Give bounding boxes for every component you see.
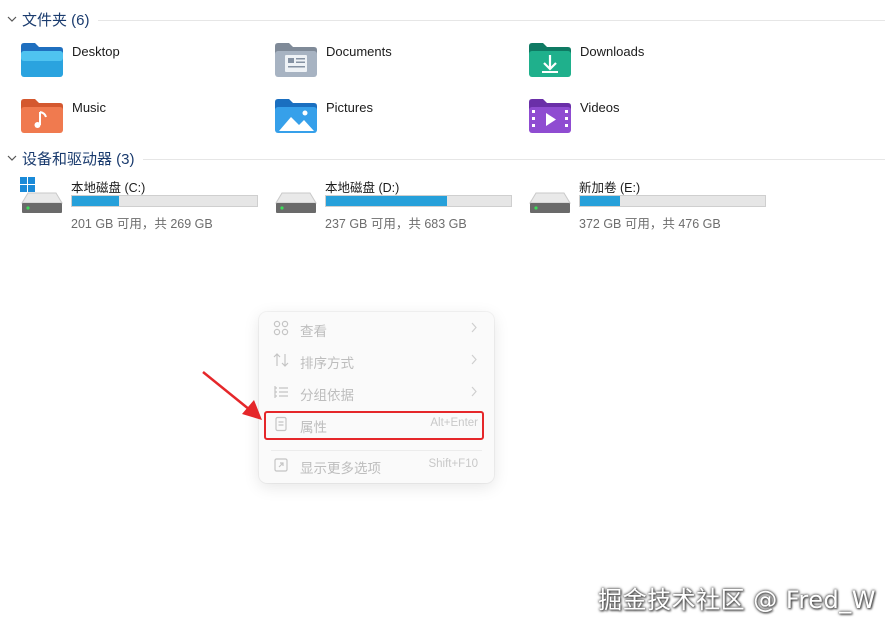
folder-name: Documents [326,44,392,59]
drive-space-text: 237 GB 可用，共 683 GB [325,217,467,231]
videos-folder-icon [529,99,571,133]
section-divider [97,19,885,21]
drive-space-text: 372 GB 可用，共 476 GB [579,217,721,231]
drive-item-e[interactable]: 新加卷 (E:) 372 GB 可用，共 476 GB [528,177,778,231]
drive-name: 本地磁盘 (C:) [71,181,146,195]
pictures-folder-icon [275,99,317,133]
drive-item-d[interactable]: 本地磁盘 (D:) 237 GB 可用，共 683 GB [274,177,524,231]
drive-usage-bar [325,195,512,207]
documents-folder-icon [275,43,317,77]
menu-item-view[interactable]: 查看 [259,312,494,344]
more-options-icon [274,458,288,472]
system-drive-icon [20,177,63,213]
menu-item-label: 显示更多选项 [300,461,381,476]
menu-item-sort[interactable]: 排序方式 [259,344,494,376]
folder-item-pictures[interactable]: Pictures [274,98,504,142]
drive-icon [529,192,571,213]
drives-section-title: 设备和驱动器 (3) [22,150,135,168]
group-by-icon [274,386,288,398]
folder-item-desktop[interactable]: Desktop [20,42,250,86]
drive-usage-fill [580,196,621,206]
sort-icon [273,353,289,367]
chevron-right-icon [471,354,477,365]
chevron-right-icon [471,322,477,333]
chevron-down-icon [7,155,17,161]
drive-space-text: 201 GB 可用，共 269 GB [71,217,213,231]
drive-item-c[interactable]: 本地磁盘 (C:) 201 GB 可用，共 269 GB [20,177,270,231]
annotation-arrow-icon [202,371,262,420]
drives-section-header[interactable]: 设备和驱动器 (3) [0,147,885,169]
view-grid-icon [273,320,289,336]
folder-item-documents[interactable]: Documents [274,42,504,86]
downloads-folder-icon [529,43,571,77]
folders-section-title: 文件夹 (6) [22,11,90,29]
menu-item-label: 分组依据 [300,388,354,403]
drive-usage-bar [71,195,258,207]
desktop-folder-icon [21,43,63,77]
menu-item-label: 查看 [300,324,327,339]
drive-name: 新加卷 (E:) [579,181,641,195]
context-menu: 查看 排序方式 分组依据 属性 Alt+Enter 显示更多选项 Shift+F… [259,312,494,483]
menu-item-shortcut: Shift+F10 [428,458,478,470]
folder-item-downloads[interactable]: Downloads [528,42,758,86]
folder-item-music[interactable]: Music [20,98,250,142]
drive-icon [275,192,317,213]
drive-name: 本地磁盘 (D:) [325,181,400,195]
folder-name: Videos [580,100,620,115]
folder-item-videos[interactable]: Videos [528,98,758,142]
drive-usage-bar [579,195,766,207]
folder-name: Downloads [580,44,645,59]
chevron-down-icon [7,16,17,22]
music-folder-icon [21,99,63,133]
folder-name: Music [72,100,106,115]
folder-name: Desktop [72,44,120,59]
properties-highlight-box [264,411,484,440]
drive-usage-fill [326,196,447,206]
folder-name: Pictures [326,100,373,115]
menu-item-group-by[interactable]: 分组依据 [259,376,494,408]
folders-section-header[interactable]: 文件夹 (6) [0,8,885,30]
menu-item-show-more-options[interactable]: 显示更多选项 Shift+F10 [259,449,494,481]
chevron-right-icon [471,386,477,397]
watermark: 掘金技术社区 @ Fred_W [598,586,876,614]
drive-usage-fill [72,196,119,206]
section-divider [142,158,885,160]
menu-item-label: 排序方式 [300,356,354,371]
